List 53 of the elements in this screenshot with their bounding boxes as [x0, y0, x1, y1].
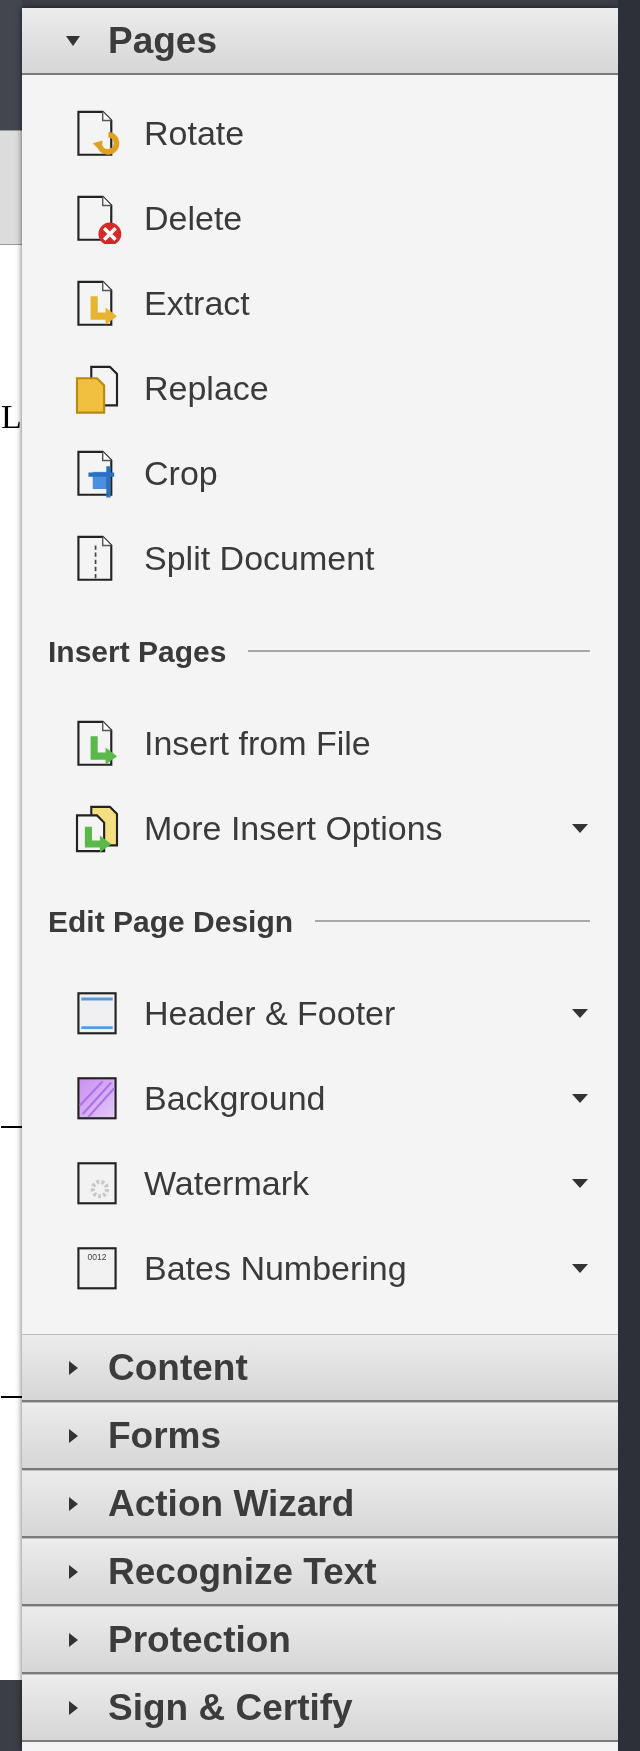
tool-label: Delete — [144, 198, 243, 239]
dropdown-caret-icon[interactable] — [572, 1178, 588, 1189]
tool-label: Crop — [144, 453, 218, 494]
tool-item[interactable]: 0012 Bates Numbering — [22, 1226, 618, 1311]
tool-label: Watermark — [144, 1163, 309, 1204]
caret-right-icon — [66, 1360, 80, 1375]
section-title: Recognize Text — [108, 1549, 377, 1594]
section-title: Forms — [108, 1413, 222, 1458]
section-title: Protection — [108, 1617, 291, 1662]
group-heading: Insert Pages — [48, 633, 227, 670]
caret-right-icon — [66, 1632, 80, 1647]
dropdown-caret-icon[interactable] — [572, 1093, 588, 1104]
section-header[interactable]: Pages — [22, 8, 618, 75]
tool-label: Header & Footer — [144, 993, 396, 1034]
tool-label: Extract — [144, 283, 250, 324]
tool-item[interactable]: Header & Footer — [22, 971, 618, 1056]
tool-item[interactable]: Replace — [22, 346, 618, 431]
tool-label: More Insert Options — [144, 808, 443, 849]
tool-label: Split Document — [144, 538, 375, 579]
caret-right-icon — [66, 1428, 80, 1443]
caret-down-icon — [66, 33, 80, 48]
tool-label: Replace — [144, 368, 269, 409]
section-title: Pages — [108, 18, 217, 63]
tool-item[interactable]: Insert from File — [22, 701, 618, 786]
dropdown-caret-icon[interactable] — [572, 823, 588, 834]
tool-label: Bates Numbering — [144, 1248, 407, 1289]
document-text: L — [1, 400, 22, 434]
section-title: Action Wizard — [108, 1481, 355, 1526]
tool-item[interactable]: Delete — [22, 176, 618, 261]
tool-item[interactable]: More Insert Options — [22, 786, 618, 871]
tool-item[interactable]: Background — [22, 1056, 618, 1141]
tool-item[interactable]: Crop — [22, 431, 618, 516]
tool-item[interactable]: Extract — [22, 261, 618, 346]
dropdown-caret-icon[interactable] — [572, 1008, 588, 1019]
section-header[interactable]: Recognize Text — [22, 1538, 618, 1606]
dropdown-caret-icon[interactable] — [572, 1263, 588, 1274]
section-title: Content — [108, 1345, 248, 1390]
caret-right-icon — [66, 1496, 80, 1511]
section-header[interactable]: Action Wizard — [22, 1470, 618, 1538]
group-heading: Edit Page Design — [48, 903, 294, 940]
tool-item[interactable]: Rotate — [22, 91, 618, 176]
tool-item[interactable]: Split Document — [22, 516, 618, 601]
section-header[interactable]: Forms — [22, 1402, 618, 1470]
tool-label: Rotate — [144, 113, 245, 154]
caret-right-icon — [66, 1564, 80, 1579]
section-header[interactable]: Content — [22, 1334, 618, 1402]
section-header[interactable]: Sign & Certify — [22, 1674, 618, 1742]
section-header[interactable]: Protection — [22, 1606, 618, 1674]
tool-item[interactable]: Watermark — [22, 1141, 618, 1226]
tool-label: Insert from File — [144, 723, 371, 764]
section-title: Sign & Certify — [108, 1685, 353, 1730]
caret-right-icon — [66, 1700, 80, 1715]
tool-label: Background — [144, 1078, 326, 1119]
